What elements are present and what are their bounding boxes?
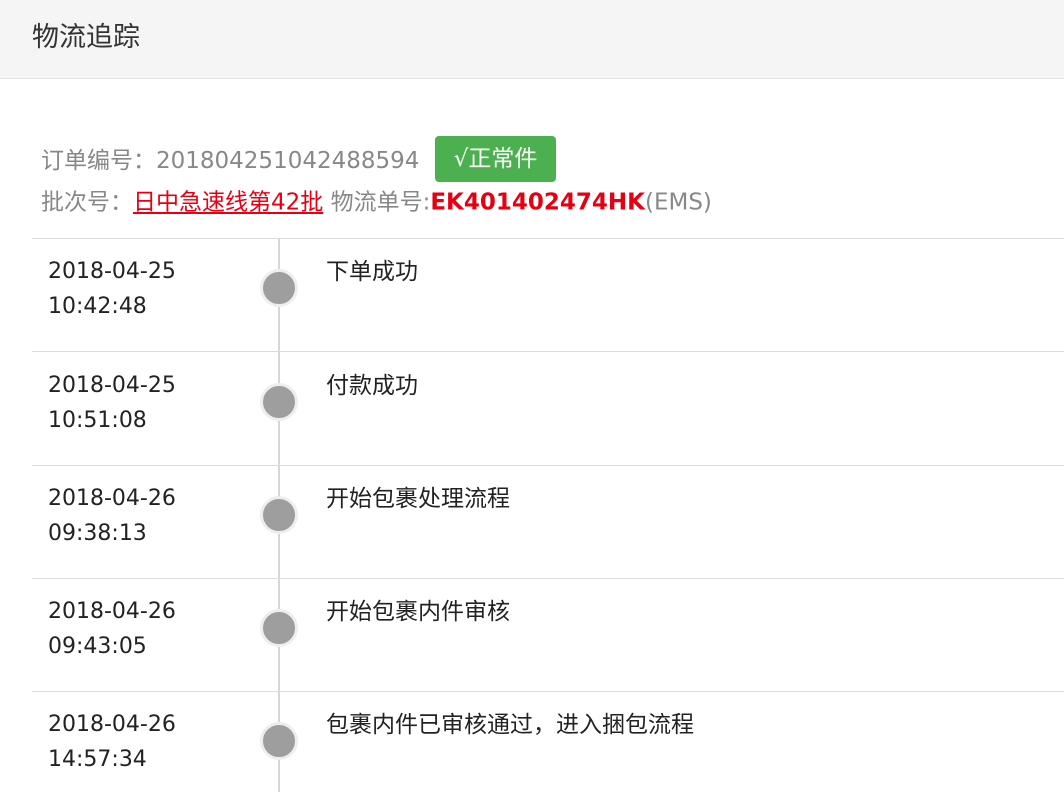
timeline-event: 2018-04-25 10:42:48 下单成功 [32, 239, 1064, 352]
event-date: 2018-04-26 [48, 599, 176, 624]
page-header: 物流追踪 [0, 0, 1064, 79]
batch-link[interactable]: 日中急速线第42批 [133, 190, 323, 216]
timeline-event: 2018-04-25 10:51:08 付款成功 [32, 353, 1064, 466]
timeline-event: 2018-04-26 14:57:34 包裹内件已审核通过，进入捆包流程 [32, 692, 1064, 792]
page-title: 物流追踪 [32, 22, 140, 53]
event-time: 14:57:34 [48, 747, 147, 772]
event-description: 下单成功 [326, 259, 418, 285]
timeline-dot-icon [260, 609, 298, 647]
batch-label: 批次号： [41, 189, 133, 216]
tracking-number: EK401402474HK [430, 189, 645, 216]
event-description: 开始包裹内件审核 [326, 599, 510, 625]
event-date: 2018-04-25 [48, 373, 176, 398]
timeline-event: 2018-04-26 09:43:05 开始包裹内件审核 [32, 579, 1064, 692]
logistics-tracking-page: 物流追踪 订单编号：201804251042488594 √正常件 批次号：日中… [0, 0, 1064, 792]
order-number-label: 订单编号： [41, 148, 156, 174]
shipment-info-row: 批次号：日中急速线第42批 物流单号:EK401402474HK(EMS) [41, 186, 712, 219]
timeline-event: 2018-04-26 09:38:13 开始包裹处理流程 [32, 466, 1064, 579]
event-date: 2018-04-26 [48, 486, 176, 511]
event-time: 09:43:05 [48, 634, 147, 659]
event-description: 付款成功 [326, 373, 418, 399]
tracking-label: 物流单号: [330, 189, 431, 216]
timeline-dot-icon [260, 383, 298, 421]
event-description: 包裹内件已审核通过，进入捆包流程 [326, 712, 694, 738]
timeline-dot-icon [260, 496, 298, 534]
carrier-name: (EMS) [644, 189, 712, 216]
event-description: 开始包裹处理流程 [326, 486, 510, 512]
tracking-timeline: 2018-04-25 10:42:48 下单成功 2018-04-25 10:5… [32, 238, 1064, 792]
event-date: 2018-04-25 [48, 259, 176, 284]
order-number-row: 订单编号：201804251042488594 √正常件 [41, 136, 557, 184]
timeline-dot-icon [260, 722, 298, 760]
normal-status-button[interactable]: √正常件 [434, 136, 557, 182]
event-time: 09:38:13 [48, 521, 147, 546]
timeline-dot-icon [260, 269, 298, 307]
event-date: 2018-04-26 [48, 712, 176, 737]
event-time: 10:51:08 [48, 408, 147, 433]
order-number-value: 201804251042488594 [156, 148, 420, 174]
event-time: 10:42:48 [48, 294, 147, 319]
